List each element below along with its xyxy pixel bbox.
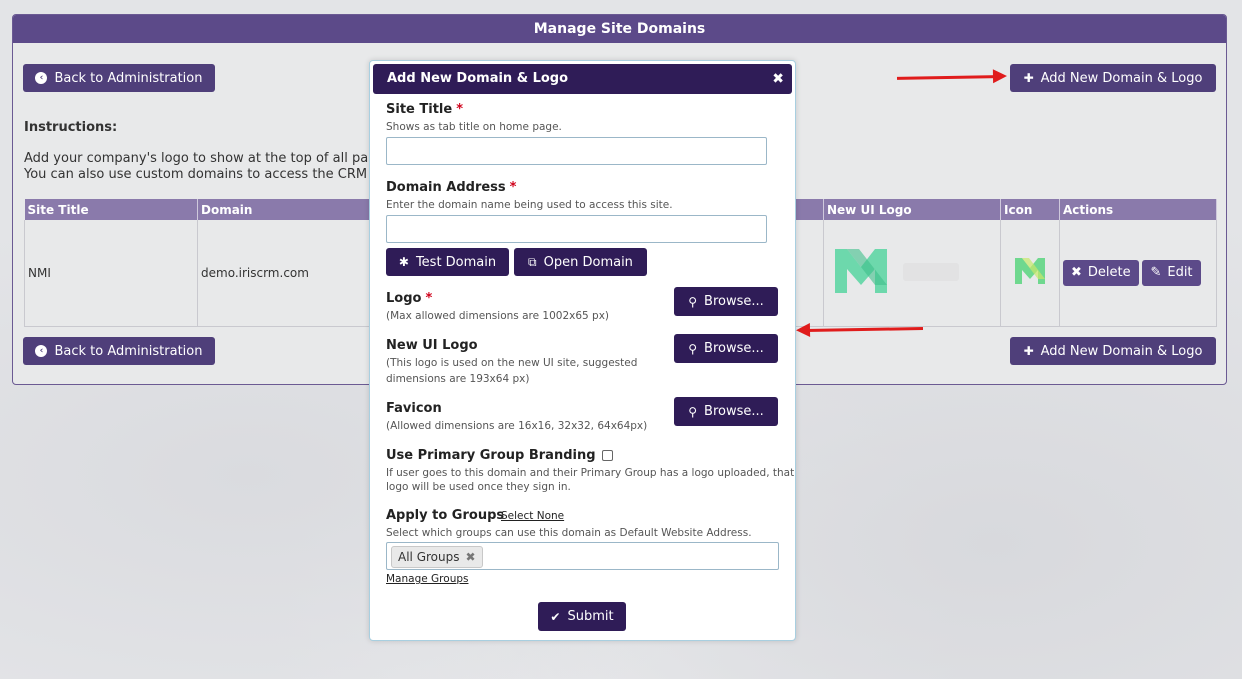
domain-address-hint: Enter the domain name being used to acce… bbox=[386, 199, 673, 211]
favicon-browse-button[interactable]: ⚲ Browse... bbox=[674, 397, 778, 426]
modal-title: Add New Domain & Logo bbox=[387, 71, 569, 86]
logo-hint: (Max allowed dimensions are 1002x65 px) bbox=[386, 310, 610, 322]
primary-branding-hint-2: logo will be used once they sign in. bbox=[386, 481, 571, 493]
add-domain-modal: Add New Domain & Logo ✖ Site Title * Show… bbox=[369, 60, 796, 641]
circle-chevron-left-icon: ‹ bbox=[35, 72, 48, 84]
new-ui-logo-label: New UI Logo bbox=[386, 338, 478, 353]
logo-browse-button[interactable]: ⚲ Browse... bbox=[674, 287, 778, 316]
instructions-title: Instructions: bbox=[24, 120, 118, 135]
instructions-line-2: You can also use custom domains to acces… bbox=[24, 167, 368, 182]
delete-button[interactable]: ✖ Delete bbox=[1063, 259, 1139, 286]
column-header-icon: Icon bbox=[1000, 199, 1060, 220]
search-icon: ⚲ bbox=[688, 294, 698, 309]
favicon-hint: (Allowed dimensions are 16x16, 32x32, 64… bbox=[386, 420, 648, 432]
primary-branding-hint-1: If user goes to this domain and their Pr… bbox=[386, 467, 795, 479]
new-ui-logo-browse-button[interactable]: ⚲ Browse... bbox=[674, 334, 778, 363]
add-new-domain-button-bottom[interactable]: ✚ Add New Domain & Logo bbox=[1010, 337, 1216, 365]
cell-new-ui-logo bbox=[823, 220, 1001, 327]
site-title-input[interactable] bbox=[386, 137, 767, 165]
back-to-administration-button-bottom[interactable]: ‹ Back to Administration bbox=[23, 337, 215, 365]
apply-to-groups-hint: Select which groups can use this domain … bbox=[386, 527, 752, 539]
required-asterisk: * bbox=[425, 291, 433, 306]
primary-branding-checkbox[interactable] bbox=[601, 450, 613, 461]
site-title-label: Site Title * bbox=[386, 102, 463, 117]
plus-icon: ✚ bbox=[1023, 344, 1034, 358]
apply-to-groups-label: Apply to Groups bbox=[386, 508, 505, 523]
external-window-icon: ⧉ bbox=[528, 254, 537, 269]
edit-button[interactable]: ✎ Edit bbox=[1142, 259, 1201, 286]
x-icon: ✖ bbox=[1071, 265, 1082, 281]
new-ui-logo-hint-2: dimensions are 193x64 px) bbox=[386, 373, 530, 385]
primary-branding-label: Use Primary Group Branding bbox=[386, 448, 613, 463]
group-tag-all-groups: All Groups ✖ bbox=[391, 546, 483, 568]
column-header-site-title: Site Title bbox=[24, 199, 198, 220]
instructions-line-1: Add your company's logo to show at the t… bbox=[24, 151, 369, 166]
required-asterisk: * bbox=[456, 102, 463, 117]
remove-tag-icon[interactable]: ✖ bbox=[465, 550, 475, 564]
domain-address-label: Domain Address * bbox=[386, 180, 517, 195]
close-icon[interactable]: ✖ bbox=[772, 64, 784, 94]
open-domain-button[interactable]: ⧉ Open Domain bbox=[514, 248, 647, 276]
pencil-icon: ✎ bbox=[1150, 265, 1162, 281]
circle-chevron-left-icon: ‹ bbox=[35, 345, 48, 357]
site-title-hint: Shows as tab title on home page. bbox=[386, 121, 562, 133]
check-icon: ✔ bbox=[550, 609, 561, 624]
test-domain-button[interactable]: ✱ Test Domain bbox=[386, 248, 509, 276]
back-to-administration-button-top[interactable]: ‹ Back to Administration bbox=[23, 64, 215, 92]
logo-label: Logo * bbox=[386, 291, 433, 306]
favicon-label: Favicon bbox=[386, 401, 442, 416]
column-header-new-ui-logo: New UI Logo bbox=[823, 199, 1001, 220]
column-header-actions: Actions bbox=[1059, 199, 1217, 220]
domain-address-input[interactable] bbox=[386, 215, 767, 243]
cell-actions: ✖ Delete ✎ Edit bbox=[1059, 220, 1217, 327]
search-icon: ⚲ bbox=[688, 404, 698, 419]
add-new-domain-button-top[interactable]: ✚ Add New Domain & Logo bbox=[1010, 64, 1216, 92]
new-ui-logo-image bbox=[835, 249, 959, 294]
manage-groups-link[interactable]: Manage Groups bbox=[386, 573, 468, 585]
new-ui-logo-hint-1: (This logo is used on the new UI site, s… bbox=[386, 357, 638, 369]
modal-header: Add New Domain & Logo ✖ bbox=[373, 64, 792, 94]
favicon-image bbox=[1015, 258, 1045, 285]
submit-button[interactable]: ✔ Submit bbox=[538, 602, 626, 631]
search-icon: ⚲ bbox=[688, 341, 698, 356]
cell-site-title: NMI bbox=[24, 220, 198, 327]
panel-title: Manage Site Domains bbox=[13, 15, 1226, 43]
cell-icon bbox=[1000, 220, 1060, 327]
select-none-link[interactable]: Select None bbox=[501, 510, 564, 522]
plus-icon: ✚ bbox=[1023, 71, 1034, 85]
gear-icon: ✱ bbox=[398, 255, 409, 269]
required-asterisk: * bbox=[509, 180, 517, 195]
